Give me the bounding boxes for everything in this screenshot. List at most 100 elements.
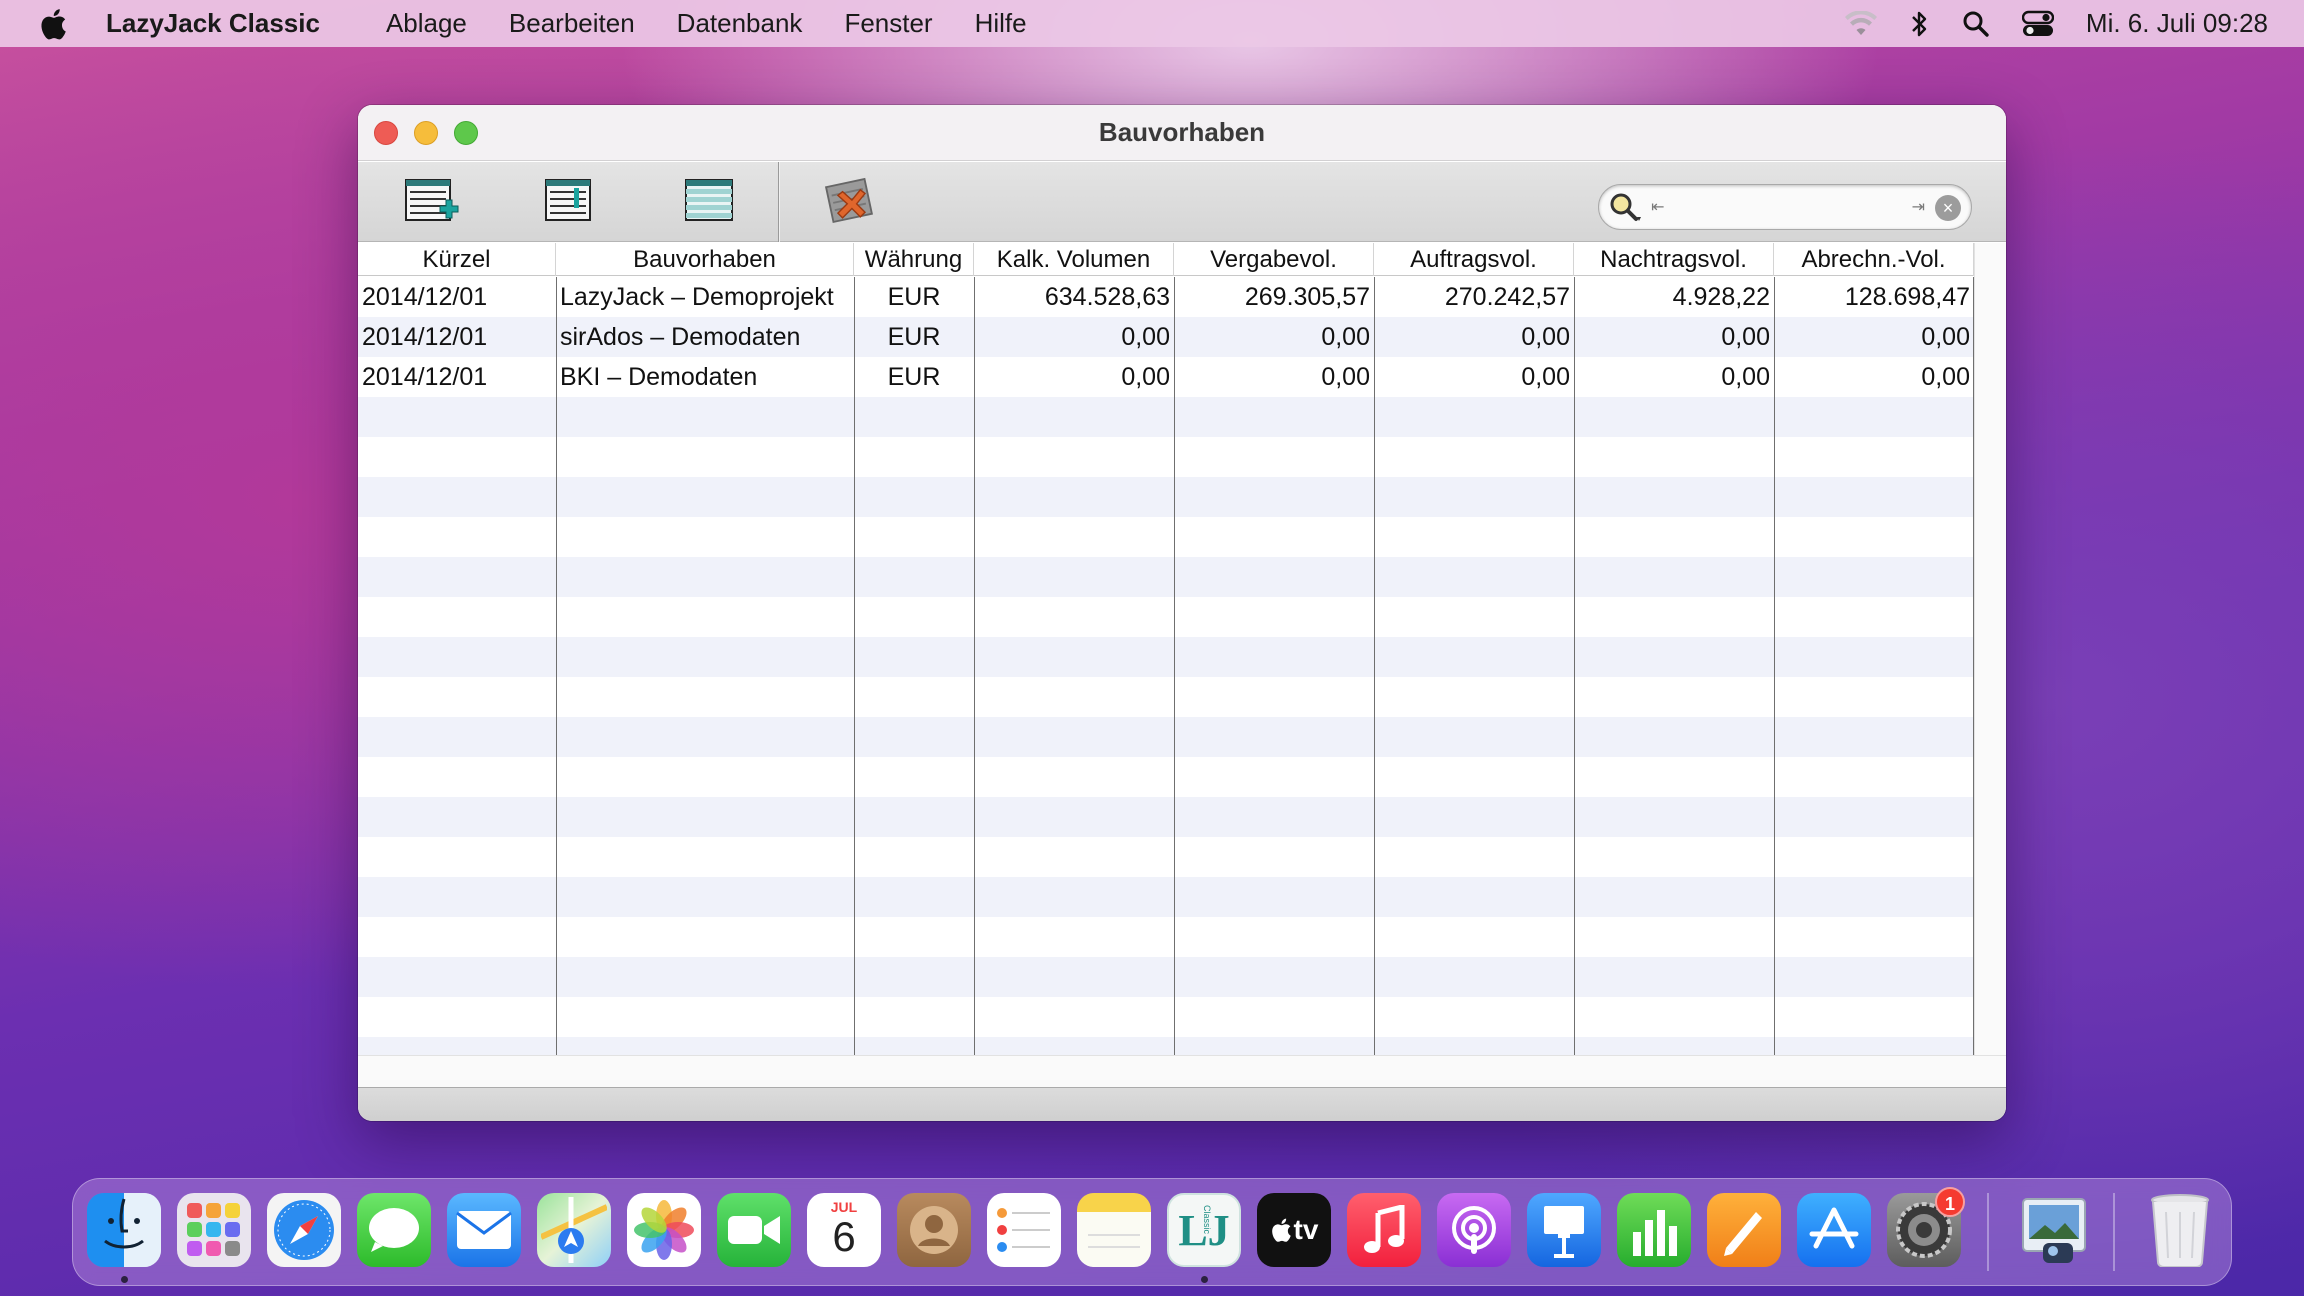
column-header-auftragsvol[interactable]: Auftragsvol. <box>1374 243 1574 276</box>
cell-waehrung: EUR <box>887 363 941 391</box>
new-record-icon <box>405 179 459 221</box>
dock-calendar[interactable]: JUL 6 <box>807 1193 881 1267</box>
maps-icon <box>541 1197 607 1263</box>
close-window-button[interactable] <box>374 121 398 145</box>
trash-icon <box>2151 1194 2209 1267</box>
messages-icon <box>369 1208 419 1252</box>
menubar-clock[interactable]: Mi. 6. Juli 09:28 <box>2086 8 2268 39</box>
menu-bearbeiten[interactable]: Bearbeiten <box>509 8 635 39</box>
minimize-window-button[interactable] <box>414 121 438 145</box>
search-input[interactable] <box>1659 193 1899 221</box>
toolbar: ⇤ ⇥ × <box>358 162 2006 242</box>
window-titlebar[interactable]: Bauvorhaben <box>358 105 2006 161</box>
dock-facetime[interactable] <box>717 1193 791 1267</box>
dock-photos[interactable] <box>627 1193 701 1267</box>
table-row[interactable]: 2014/12/01 LazyJack – Demoprojekt EUR 63… <box>358 277 1974 317</box>
window-title: Bauvorhaben <box>1098 117 1266 147</box>
dock-app-store[interactable] <box>1797 1193 1871 1267</box>
column-header-kuerzel[interactable]: Kürzel <box>358 243 556 276</box>
horizontal-scrollbar[interactable] <box>358 1055 2006 1087</box>
cell-abrechn-vol: 0,00 <box>1921 363 1970 391</box>
lazyjack-icon-sub: Classic <box>1202 1205 1212 1235</box>
column-divider <box>854 277 855 1055</box>
search-field[interactable]: ⇤ ⇥ × <box>1598 184 1972 230</box>
app-name-menu[interactable]: LazyJack Classic <box>106 8 320 39</box>
dock-notes[interactable] <box>1077 1193 1151 1267</box>
column-divider <box>1574 277 1575 1055</box>
cell-abrechn-vol: 0,00 <box>1921 323 1970 351</box>
dock-mail[interactable] <box>447 1193 521 1267</box>
dock-keynote[interactable] <box>1527 1193 1601 1267</box>
bluetooth-icon[interactable] <box>1910 9 1930 39</box>
dock-podcasts[interactable] <box>1437 1193 1511 1267</box>
column-header-vergabevol[interactable]: Vergabevol. <box>1174 243 1374 276</box>
dock-lazyjack-classic[interactable]: LJ Classic <box>1167 1193 1241 1267</box>
dock-tv[interactable]: tv <box>1257 1193 1331 1267</box>
menu-ablage[interactable]: Ablage <box>386 8 467 39</box>
apple-tv-label: tv <box>1293 1214 1319 1245</box>
dock-numbers[interactable] <box>1617 1193 1691 1267</box>
cell-kuerzel: 2014/12/01 <box>362 283 488 311</box>
column-divider <box>1374 277 1375 1055</box>
spotlight-search-icon[interactable] <box>1962 10 1990 38</box>
menu-hilfe[interactable]: Hilfe <box>975 8 1027 39</box>
running-indicator <box>121 1276 128 1283</box>
dock-preview[interactable] <box>2017 1193 2091 1267</box>
dock-trash[interactable] <box>2143 1193 2217 1267</box>
column-header-bauvorhaben[interactable]: Bauvorhaben <box>556 243 854 276</box>
projects-table: Kürzel Bauvorhaben Währung Kalk. Volumen… <box>358 243 1974 1055</box>
toolbar-separator <box>778 162 780 242</box>
vertical-scrollbar[interactable] <box>1974 243 2006 1055</box>
column-divider <box>974 277 975 1055</box>
search-end-icon: ⇥ <box>1911 199 1925 216</box>
column-divider <box>556 277 557 1055</box>
delete-record-button[interactable] <box>822 174 880 228</box>
column-header-abrechn-vol[interactable]: Abrechn.-Vol. <box>1774 243 1974 276</box>
column-header-nachtragsvol[interactable]: Nachtragsvol. <box>1574 243 1774 276</box>
cell-abrechn-vol: 128.698,47 <box>1844 283 1970 311</box>
cell-vergabevol: 0,00 <box>1321 323 1370 351</box>
dock-contacts[interactable] <box>897 1193 971 1267</box>
keynote-icon <box>1544 1206 1584 1258</box>
apple-tv-icon <box>1271 1218 1291 1242</box>
dock-reminders[interactable] <box>987 1193 1061 1267</box>
dock-music[interactable] <box>1347 1193 1421 1267</box>
delete-record-icon <box>824 177 873 224</box>
launchpad-icon <box>187 1203 240 1256</box>
dock-finder[interactable] <box>87 1193 161 1267</box>
music-icon <box>1364 1205 1405 1253</box>
notes-icon <box>1088 1234 1140 1248</box>
dock-pages[interactable] <box>1707 1193 1781 1267</box>
clear-search-button[interactable]: × <box>1935 195 1961 221</box>
table-row[interactable]: 2014/12/01 BKI – Demodaten EUR 0,00 0,00… <box>358 357 1974 397</box>
dock: JUL 6 LJ Classic tv 1 <box>72 1178 2232 1286</box>
cell-kalk-volumen: 0,00 <box>1121 323 1170 351</box>
bauvorhaben-window: Bauvorhaben ⇤ ⇥ × Kürzel Bauvorhaben Wäh… <box>358 105 2006 1121</box>
control-center-icon[interactable] <box>2021 10 2054 38</box>
cell-nachtragsvol: 4.928,22 <box>1672 283 1770 311</box>
dock-launchpad[interactable] <box>177 1193 251 1267</box>
dock-maps[interactable] <box>537 1193 611 1267</box>
menu-datenbank[interactable]: Datenbank <box>677 8 803 39</box>
calendar-day-label: 6 <box>832 1213 856 1260</box>
list-view-button[interactable] <box>680 174 738 228</box>
running-indicator <box>1201 1276 1208 1283</box>
menu-fenster[interactable]: Fenster <box>844 8 932 39</box>
wifi-icon[interactable] <box>1844 10 1878 37</box>
contacts-icon <box>910 1206 958 1254</box>
dock-messages[interactable] <box>357 1193 431 1267</box>
mail-icon <box>456 1211 512 1249</box>
edit-record-button[interactable] <box>540 174 598 228</box>
zoom-window-button[interactable] <box>454 121 478 145</box>
preview-icon <box>2022 1198 2086 1263</box>
dock-safari[interactable] <box>267 1193 341 1267</box>
search-icon[interactable] <box>1607 191 1651 225</box>
cell-nachtragsvol: 0,00 <box>1721 363 1770 391</box>
column-header-waehrung[interactable]: Währung <box>854 243 974 276</box>
window-status-bar <box>358 1087 2006 1121</box>
table-row[interactable]: 2014/12/01 sirAdos – Demodaten EUR 0,00 … <box>358 317 1974 357</box>
menu-bar: LazyJack Classic Ablage Bearbeiten Daten… <box>0 0 2304 47</box>
column-header-kalk-volumen[interactable]: Kalk. Volumen <box>974 243 1174 276</box>
apple-menu-icon[interactable] <box>38 7 68 41</box>
new-record-button[interactable] <box>402 174 460 228</box>
